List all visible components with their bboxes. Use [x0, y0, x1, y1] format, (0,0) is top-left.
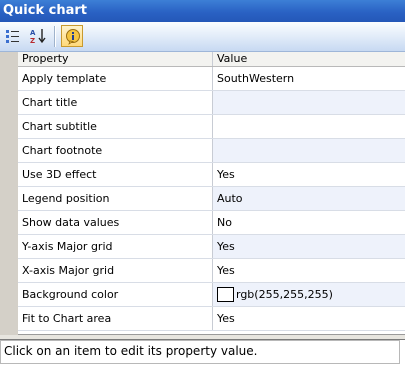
- property-name: Y-axis Major grid: [18, 235, 213, 258]
- grid-row-y-axis-major-grid[interactable]: Y-axis Major grid Yes: [18, 235, 405, 259]
- description-panel: Click on an item to edit its property va…: [0, 339, 405, 369]
- grid-row-use-3d-effect[interactable]: Use 3D effect Yes: [18, 163, 405, 187]
- property-value[interactable]: No: [213, 211, 405, 234]
- categorized-icon: [6, 30, 19, 43]
- property-name: Background color: [18, 283, 213, 306]
- grid-row-chart-subtitle[interactable]: Chart subtitle: [18, 115, 405, 139]
- toolbar: A Z: [0, 22, 405, 52]
- property-name: Show data values: [18, 211, 213, 234]
- property-name: Chart subtitle: [18, 115, 213, 138]
- property-name: Use 3D effect: [18, 163, 213, 186]
- property-name: Chart footnote: [18, 139, 213, 162]
- property-value[interactable]: [213, 91, 405, 114]
- window-title: Quick chart: [0, 0, 405, 22]
- grid-gutter: [0, 52, 18, 335]
- grid-row-fit-to-chart-area[interactable]: Fit to Chart area Yes: [18, 307, 405, 331]
- grid-row-chart-title[interactable]: Chart title: [18, 91, 405, 115]
- toolbar-separator: [54, 26, 56, 47]
- property-value[interactable]: [213, 115, 405, 138]
- grid-row-x-axis-major-grid[interactable]: X-axis Major grid Yes: [18, 259, 405, 283]
- color-value-text: rgb(255,255,255): [236, 288, 333, 301]
- property-value[interactable]: Yes: [213, 307, 405, 330]
- property-name: Chart title: [18, 91, 213, 114]
- property-value[interactable]: rgb(255,255,255): [213, 283, 405, 306]
- property-value[interactable]: SouthWestern: [213, 67, 405, 90]
- categorized-button[interactable]: [2, 25, 24, 47]
- svg-text:A: A: [30, 29, 36, 37]
- description-box: Click on an item to edit its property va…: [0, 340, 400, 364]
- property-name: Legend position: [18, 187, 213, 210]
- property-value[interactable]: Yes: [213, 259, 405, 282]
- property-value[interactable]: [213, 139, 405, 162]
- property-value[interactable]: Yes: [213, 163, 405, 186]
- column-header-property: Property: [18, 52, 213, 66]
- grid-row-background-color[interactable]: Background color rgb(255,255,255): [18, 283, 405, 307]
- svg-text:Z: Z: [30, 37, 35, 44]
- grid-row-chart-footnote[interactable]: Chart footnote: [18, 139, 405, 163]
- column-header-value: Value: [217, 52, 248, 65]
- grid-row-legend-position[interactable]: Legend position Auto: [18, 187, 405, 211]
- grid-row-apply-template[interactable]: Apply template SouthWestern: [18, 67, 405, 91]
- property-name: X-axis Major grid: [18, 259, 213, 282]
- property-grid: Property Value Apply template SouthWeste…: [0, 52, 405, 335]
- grid-header: Property Value: [18, 52, 405, 67]
- description-text: Click on an item to edit its property va…: [4, 344, 258, 358]
- property-pages-button[interactable]: [61, 25, 83, 47]
- property-name: Apply template: [18, 67, 213, 90]
- property-pages-icon: [66, 29, 80, 45]
- property-value[interactable]: Yes: [213, 235, 405, 258]
- grid-row-show-data-values[interactable]: Show data values No: [18, 211, 405, 235]
- sort-alphabetical-button[interactable]: A Z: [27, 25, 49, 47]
- sort-alphabetical-icon: A Z: [30, 29, 46, 44]
- property-name: Fit to Chart area: [18, 307, 213, 330]
- property-value[interactable]: Auto: [213, 187, 405, 210]
- color-swatch[interactable]: [217, 286, 234, 302]
